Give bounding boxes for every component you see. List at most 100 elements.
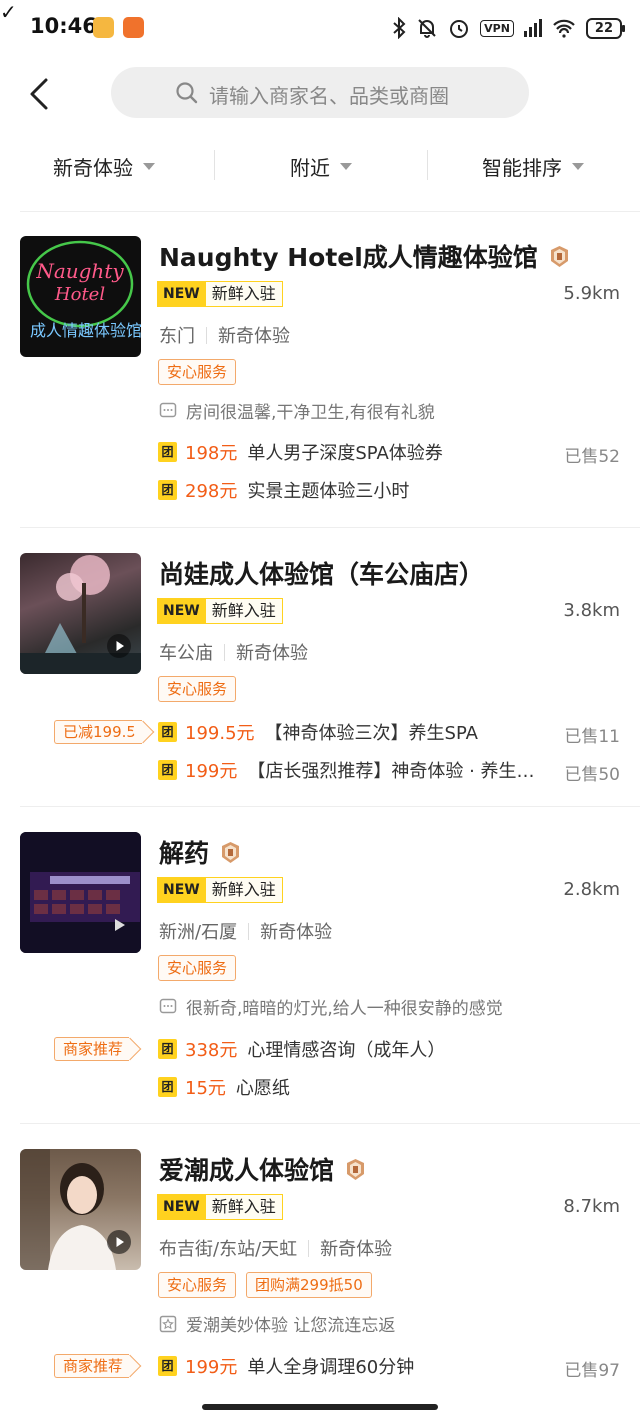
- region-row: 布吉街/东站/天虹 新奇体验: [159, 1235, 392, 1261]
- medal-icon: [347, 1158, 365, 1180]
- shop-name: 尚娃成人体验馆（车公庙店）: [159, 555, 484, 591]
- promo-label: 商家推荐: [54, 1354, 130, 1378]
- notification-app-icon: [93, 17, 114, 38]
- review-snippet: 房间很温馨,干净卫生,有很有礼貌: [159, 398, 435, 423]
- caret-down-icon: [340, 162, 352, 170]
- service-badges: 安心服务 团购满299抵50: [158, 1272, 372, 1298]
- mute-icon: [418, 19, 436, 38]
- service-badges: 安心服务: [158, 359, 237, 385]
- sold-count: 已售52: [564, 447, 620, 467]
- new-tag: NEW 新鲜入驻: [157, 1194, 283, 1220]
- deal-name: 单人全身调理60分钟: [247, 1357, 415, 1378]
- home-indicator[interactable]: [202, 1404, 438, 1410]
- group-buy-icon: 团: [158, 442, 177, 462]
- deal-row[interactable]: 团 199元 【店长强烈推荐】神奇体验 · 养生SPA: [158, 757, 537, 783]
- deal-name: 单人男子深度SPA体验券: [247, 443, 443, 464]
- badge: 安心服务: [158, 955, 237, 981]
- search-placeholder: 请输入商家名、品类或商圈: [209, 84, 449, 108]
- deal-row[interactable]: 团 338元 心理情感咨询（成年人）: [158, 1036, 445, 1062]
- distance: 2.8km: [563, 879, 620, 900]
- shop-thumbnail: [20, 553, 141, 674]
- caret-down-icon: [572, 162, 584, 170]
- shop-name: Naughty Hotel成人情趣体验馆: [159, 238, 569, 274]
- tag-fresh: 新鲜入驻: [205, 598, 283, 624]
- vpn-icon: VPN: [480, 19, 514, 37]
- play-icon: [107, 634, 131, 658]
- shop-name: 爱潮成人体验馆: [159, 1151, 365, 1187]
- deal-name: 实景主题体验三小时: [247, 481, 410, 502]
- deal-name: 【店长强烈推荐】神奇体验 · 养生SPA: [247, 761, 538, 782]
- alarm-icon: [450, 20, 469, 38]
- deal-row[interactable]: 团 298元 实景主题体验三小时: [158, 477, 409, 503]
- search-icon: [176, 82, 198, 104]
- shop-name-text: 尚娃成人体验馆（车公庙店）: [159, 560, 485, 589]
- medal-icon: [222, 841, 240, 863]
- badge: 安心服务: [158, 1272, 237, 1298]
- group-buy-icon: 团: [158, 1356, 177, 1376]
- category: 新奇体验: [320, 1239, 393, 1260]
- service-badges: 安心服务: [158, 955, 237, 981]
- divider: [20, 1123, 640, 1124]
- review-text: 爱潮美妙体验 让您流连忘返: [186, 1316, 396, 1336]
- svg-text:Naughty: Naughty: [35, 259, 124, 283]
- deal-name: 【神奇体验三次】养生SPA: [264, 723, 478, 744]
- svg-text:Hotel: Hotel: [54, 284, 105, 305]
- badge: 安心服务: [158, 359, 237, 385]
- tag-fresh: 新鲜入驻: [205, 1194, 283, 1220]
- filter-category[interactable]: 新奇体验: [53, 140, 155, 192]
- deal-name: 心愿纸: [235, 1078, 290, 1099]
- neon-sign-image: Naughty Hotel 成人情趣体验馆: [26, 240, 141, 340]
- deal-row[interactable]: 团 198元 单人男子深度SPA体验券: [158, 439, 443, 465]
- back-button[interactable]: [22, 70, 62, 118]
- shop-thumbnail: [20, 832, 141, 953]
- status-bar: 10:46 ✓ VPN 22: [0, 0, 640, 56]
- filter-sort[interactable]: 智能排序: [482, 140, 584, 192]
- shop-name-text: Naughty Hotel成人情趣体验馆: [159, 243, 538, 272]
- deal-price: 298元: [185, 481, 238, 502]
- search-input[interactable]: 请输入商家名、品类或商圈: [111, 67, 529, 118]
- separator: [248, 922, 250, 940]
- bluetooth-icon: [393, 17, 406, 39]
- area: 车公庙: [159, 643, 213, 664]
- deal-price: 199元: [185, 761, 238, 782]
- distance: 8.7km: [563, 1196, 620, 1217]
- divider: [214, 150, 215, 180]
- signal-icon: [523, 19, 542, 37]
- deal-row[interactable]: 团 15元 心愿纸: [158, 1074, 290, 1100]
- shop-thumbnail: [20, 1149, 141, 1270]
- sold-count: 已售11: [564, 727, 620, 747]
- tag-new: NEW: [157, 281, 206, 307]
- deal-price: 199.5元: [185, 723, 255, 744]
- promo-label: 已减199.5: [54, 720, 142, 744]
- divider: [427, 150, 428, 180]
- promo-label: 商家推荐: [54, 1037, 130, 1061]
- review-text: 房间很温馨,干净卫生,有很有礼貌: [186, 403, 435, 423]
- medal-icon: [550, 245, 568, 267]
- tag-fresh: 新鲜入驻: [205, 877, 283, 903]
- service-badges: 安心服务: [158, 676, 237, 702]
- separator: [224, 643, 225, 661]
- category: 新奇体验: [260, 922, 333, 943]
- group-buy-icon: 团: [158, 480, 177, 500]
- new-tag: NEW 新鲜入驻: [157, 598, 283, 624]
- area: 新洲/石厦: [159, 922, 238, 943]
- shop-name: 解药: [159, 834, 240, 870]
- category: 新奇体验: [236, 643, 308, 664]
- group-buy-icon: 团: [158, 1039, 177, 1059]
- divider: [20, 211, 640, 212]
- chevron-left-icon: [30, 78, 48, 110]
- divider: [20, 527, 640, 528]
- distance: 3.8km: [563, 600, 620, 621]
- new-tag: NEW 新鲜入驻: [157, 281, 283, 307]
- deal-price: 199元: [185, 1357, 238, 1378]
- deal-row[interactable]: 团 199元 单人全身调理60分钟: [158, 1353, 414, 1379]
- deal-price: 198元: [185, 443, 238, 464]
- wifi-icon: [553, 19, 575, 38]
- deal-row[interactable]: 团 199.5元 【神奇体验三次】养生SPA: [158, 719, 478, 745]
- divider: [20, 806, 640, 807]
- group-buy-icon: 团: [158, 1077, 177, 1097]
- tag-new: NEW: [157, 1194, 206, 1220]
- tag-new: NEW: [157, 877, 206, 903]
- play-icon: [115, 919, 125, 931]
- filter-distance[interactable]: 附近: [290, 140, 352, 192]
